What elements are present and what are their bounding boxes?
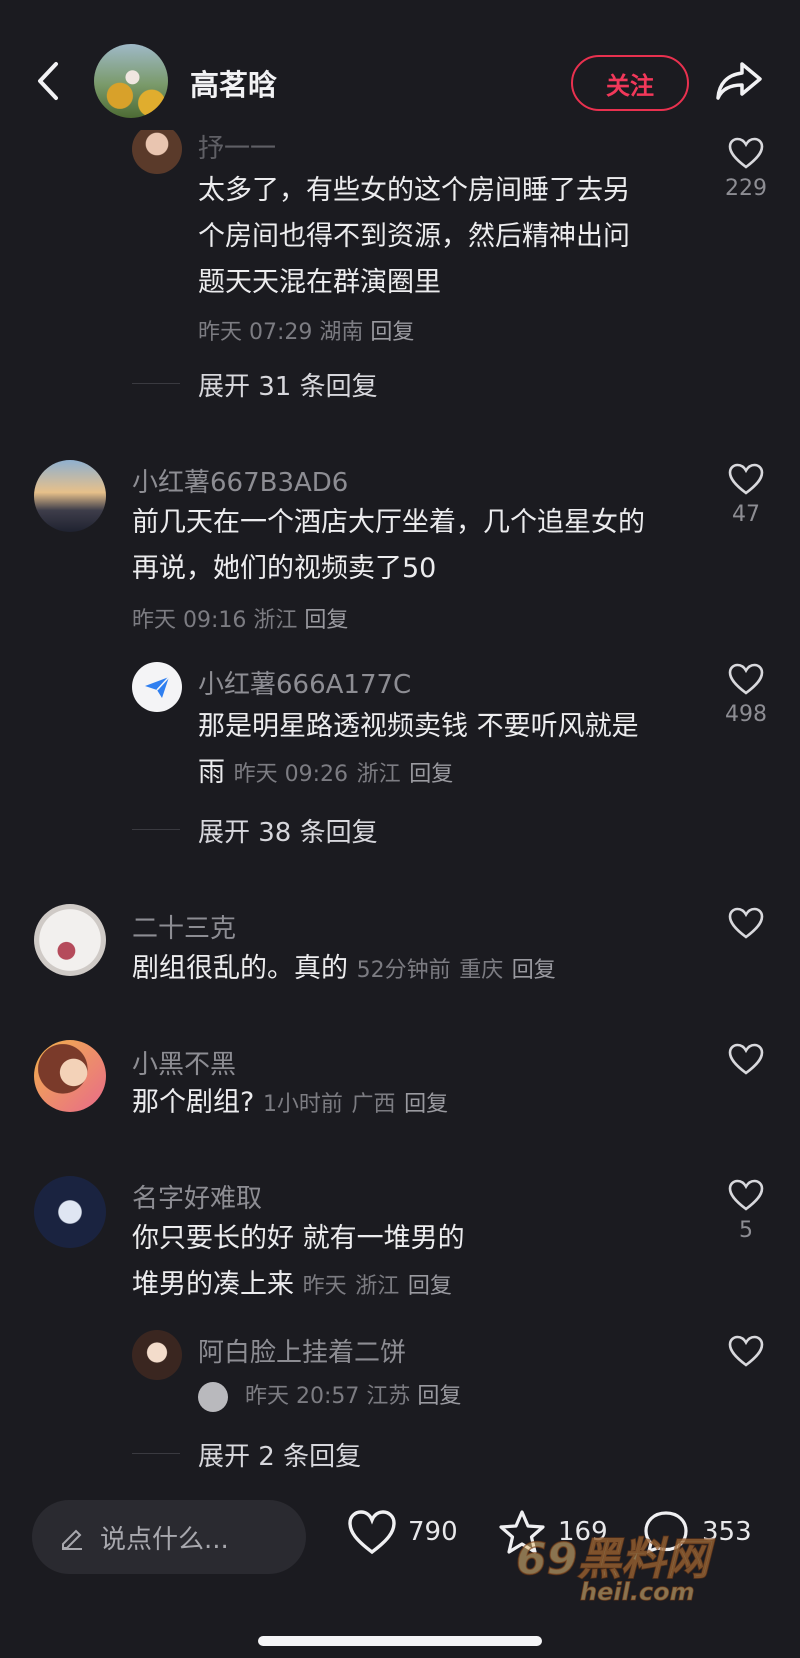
reply-button[interactable]: 回复 (370, 320, 414, 345)
reply-username[interactable]: 阿白脸上挂着二饼 (198, 1332, 406, 1369)
heart-icon[interactable] (727, 662, 765, 696)
comment-content[interactable]: 那个剧组? 1小时前 广西 回复 (132, 1080, 692, 1128)
heart-icon[interactable] (727, 1178, 765, 1212)
reply-button[interactable]: 回复 (409, 762, 453, 787)
watermark-logo: 69黑料网 heil.com (515, 1533, 716, 1606)
avatar[interactable] (34, 1040, 106, 1112)
watermark-subtext: heil.com (580, 1578, 695, 1606)
expand-replies-label[interactable]: 展开 31 条回复 (198, 366, 378, 403)
comment-time: 52分钟前 (356, 958, 451, 983)
comment-username[interactable]: 抒一一 (198, 128, 276, 165)
reply-button[interactable]: 回复 (512, 958, 556, 983)
comment-username[interactable]: 小黑不黑 (132, 1044, 236, 1081)
comment-username[interactable]: 小红薯667B3AD6 (132, 462, 348, 499)
like-count: 790 (408, 1517, 458, 1547)
comment-input[interactable]: 说点什么... (32, 1500, 306, 1574)
comment-content[interactable]: 太多了，有些女的这个房间睡了去另 个房间也得不到资源，然后精神出问 题天天混在群… (198, 168, 698, 306)
like-count: 5 (739, 1218, 753, 1243)
avatar[interactable] (34, 904, 106, 976)
comment-line: 堆男的凑上来 昨天 浙江 回复 (132, 1262, 702, 1310)
comment-line: 太多了，有些女的这个房间睡了去另 (198, 175, 630, 206)
input-placeholder: 说点什么... (100, 1524, 229, 1555)
comment-location: 湖南 (319, 320, 364, 345)
comment-username[interactable]: 名字好难取 (132, 1178, 262, 1215)
heart-icon[interactable] (727, 1042, 765, 1076)
comment-line: 剧组很乱的。真的 (132, 953, 348, 984)
heart-icon[interactable] (346, 1508, 398, 1556)
like-action[interactable]: 790 (346, 1508, 458, 1556)
comment-username[interactable]: 二十三克 (132, 908, 236, 945)
like-control[interactable]: 47 (716, 462, 776, 527)
comment-time: 昨天 07:29 (198, 320, 313, 345)
header: 高茗晗 关注 (0, 0, 800, 130)
comment-location: 浙江 (355, 1274, 400, 1299)
divider (132, 383, 180, 384)
like-control[interactable] (716, 1042, 776, 1076)
reply-button[interactable]: 回复 (304, 608, 348, 633)
comment-line: 前几天在一个酒店大厅坐着，几个追星女的 (132, 507, 645, 538)
screen: 高茗晗 关注 抒一一 太多了，有些女的这个房间睡了去另 个房间也得不到资源，然后… (0, 0, 800, 1658)
comment-line: 再说，她们的视频卖了50 (132, 553, 437, 584)
like-count: 47 (732, 502, 760, 527)
like-control[interactable] (716, 1334, 776, 1368)
heart-icon[interactable] (727, 462, 765, 496)
like-control[interactable] (716, 906, 776, 940)
heart-icon[interactable] (727, 136, 765, 170)
home-indicator (258, 1636, 542, 1646)
comment-location: 浙江 (253, 608, 298, 633)
expand-replies-label[interactable]: 展开 38 条回复 (198, 812, 378, 849)
reply-location: 浙江 (356, 762, 401, 787)
avatar[interactable] (132, 1330, 182, 1380)
comment-line: 那是明星路透视频卖钱 不要听风就是 (198, 711, 639, 742)
reply-time: 昨天 09:26 (233, 762, 348, 787)
pencil-icon (62, 1529, 82, 1550)
share-icon[interactable] (714, 60, 764, 102)
author-name[interactable]: 高茗晗 (190, 62, 277, 104)
comment-line-end: 堆男的凑上来 (132, 1269, 294, 1300)
paper-plane-icon (145, 676, 170, 698)
avatar[interactable] (34, 460, 106, 532)
avatar[interactable] (132, 662, 182, 712)
like-count: 229 (725, 176, 767, 201)
heart-icon[interactable] (727, 1334, 765, 1368)
comment-content[interactable]: 你只要长的好 就有一堆男的 堆男的凑上来 昨天 浙江 回复 (132, 1216, 702, 1310)
like-count: 498 (725, 702, 767, 727)
reply-button[interactable]: 回复 (408, 1274, 452, 1299)
comment-content[interactable]: 剧组很乱的。真的 52分钟前 重庆 回复 (132, 946, 692, 994)
reply-meta: 昨天 20:57 江苏 回复 (198, 1378, 461, 1412)
comment-meta: 昨天 07:29 湖南 回复 (198, 314, 414, 346)
comment-location: 重庆 (459, 958, 504, 983)
comment-time: 昨天 (302, 1274, 347, 1299)
avatar[interactable] (34, 1176, 106, 1248)
reply-time: 昨天 20:57 (245, 1384, 360, 1409)
sticker-icon (198, 1382, 228, 1412)
divider (132, 1453, 180, 1454)
reply-username[interactable]: 小红薯666A177C (198, 664, 411, 701)
comment-line-end: 雨 (198, 757, 225, 788)
comment-time: 昨天 09:16 (132, 608, 247, 633)
comment-content[interactable]: 前几天在一个酒店大厅坐着，几个追星女的 再说，她们的视频卖了50 (132, 500, 702, 592)
avatar[interactable] (132, 124, 182, 174)
follow-button[interactable]: 关注 (571, 55, 689, 111)
reply-button[interactable]: 回复 (417, 1384, 461, 1409)
back-icon[interactable] (32, 58, 66, 104)
divider (132, 829, 180, 830)
comment-line: 个房间也得不到资源，然后精神出问 (198, 221, 630, 252)
reply-content[interactable]: 那是明星路透视频卖钱 不要听风就是 雨 昨天 09:26 浙江 回复 (198, 704, 698, 798)
comment-meta: 昨天 09:16 浙江 回复 (132, 602, 348, 634)
like-control[interactable]: 229 (716, 136, 776, 201)
comment-line: 题天天混在群演圈里 (198, 267, 441, 298)
comment-line: 那个剧组? (132, 1087, 255, 1118)
heart-icon[interactable] (727, 906, 765, 940)
reply-button[interactable]: 回复 (404, 1092, 448, 1117)
like-control[interactable]: 498 (716, 662, 776, 727)
like-control[interactable]: 5 (716, 1178, 776, 1243)
comment-location: 广西 (351, 1092, 396, 1117)
comment-line: 你只要长的好 就有一堆男的 (132, 1223, 465, 1254)
reply-location: 江苏 (366, 1384, 411, 1409)
expand-replies-label[interactable]: 展开 2 条回复 (198, 1436, 361, 1473)
comment-line: 雨 昨天 09:26 浙江 回复 (198, 750, 698, 798)
comment-time: 1小时前 (262, 1092, 343, 1117)
author-avatar[interactable] (94, 44, 168, 118)
